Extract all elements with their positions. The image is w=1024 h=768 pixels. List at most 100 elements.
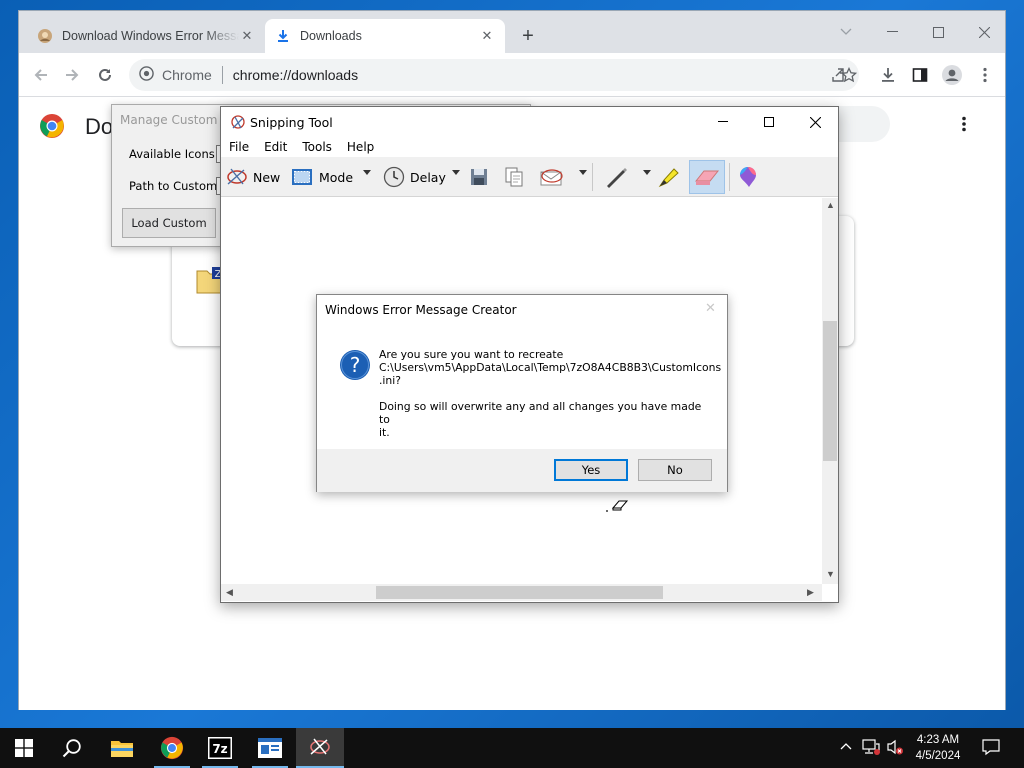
app-window-icon <box>258 738 282 758</box>
close-tab-icon[interactable]: ✕ <box>239 28 255 44</box>
mode-label: Mode <box>319 169 354 185</box>
available-icons-label: Available Icons: <box>129 147 219 161</box>
title-bar: Snipping Tool <box>221 107 838 137</box>
mode-dropdown-icon[interactable] <box>363 170 371 175</box>
new-snip-button[interactable]: New <box>225 163 280 191</box>
vertical-scrollbar[interactable]: ▲ ▼ <box>822 198 838 584</box>
snipping-tool-icon <box>230 114 246 133</box>
taskbar-7zip[interactable]: 7z <box>196 728 244 768</box>
pen-dropdown-icon[interactable] <box>643 170 651 175</box>
horizontal-scroll-thumb[interactable] <box>376 586 663 599</box>
volume-muted-icon[interactable] <box>886 738 904 759</box>
new-label: New <box>253 169 281 185</box>
more-options-icon[interactable] <box>962 116 966 135</box>
tab-strip: Download Windows Error Messa ✕ Downloads… <box>19 11 1005 53</box>
tab-search-icon[interactable] <box>823 17 869 47</box>
pen-button[interactable] <box>603 163 629 191</box>
back-icon[interactable] <box>29 63 53 87</box>
tab-error-creator[interactable]: Download Windows Error Messa ✕ <box>27 19 265 53</box>
mode-rectangle-icon <box>292 169 312 185</box>
highlighter-button[interactable] <box>657 163 681 191</box>
delay-button[interactable]: Delay <box>383 163 446 191</box>
copy-button[interactable] <box>505 163 523 191</box>
scissors-icon <box>227 168 247 185</box>
question-icon: ? <box>339 349 371 384</box>
pen-icon <box>607 168 627 188</box>
clock-icon <box>383 166 405 188</box>
search-button[interactable] <box>48 728 96 768</box>
side-panel-icon[interactable] <box>908 63 932 87</box>
dialog-title: Windows Error Message Creator <box>325 303 517 317</box>
svg-text:7z: 7z <box>212 742 227 756</box>
save-snip-button[interactable] <box>470 163 488 191</box>
close-window-button[interactable] <box>792 107 838 137</box>
notifications-icon[interactable] <box>982 738 1000 759</box>
clock-time: 4:23 AM <box>916 734 960 746</box>
new-tab-button[interactable]: + <box>517 25 539 47</box>
dialog-message: Are you sure you want to recreate C:\Use… <box>379 348 722 439</box>
mode-button[interactable]: Mode <box>291 163 353 191</box>
scroll-up-icon[interactable]: ▲ <box>826 200 835 210</box>
close-window-button[interactable] <box>961 17 1007 47</box>
omnibox-separator <box>221 66 223 84</box>
scroll-down-icon[interactable]: ▼ <box>826 569 835 579</box>
bookmark-star-icon[interactable] <box>837 63 861 87</box>
load-custom-button[interactable]: Load Custom <box>122 208 216 238</box>
close-icon[interactable]: ✕ <box>705 301 716 316</box>
copy-icon <box>505 167 523 187</box>
menu-help[interactable]: Help <box>347 137 374 157</box>
chrome-logo-icon <box>39 113 65 142</box>
forward-icon[interactable] <box>60 63 84 87</box>
profile-avatar-icon[interactable] <box>940 63 964 87</box>
menu-tools[interactable]: Tools <box>302 137 332 157</box>
taskbar-snipping-tool[interactable] <box>296 728 344 768</box>
minimize-button[interactable] <box>869 17 915 47</box>
taskbar-file-explorer[interactable] <box>98 728 146 768</box>
chrome-menu-icon[interactable] <box>973 63 997 87</box>
system-clock[interactable]: 4:23 AM 4/5/2024 <box>906 732 970 764</box>
show-hidden-icons-icon[interactable] <box>840 739 852 753</box>
search-icon <box>62 739 81 758</box>
menu-file[interactable]: File <box>229 137 249 157</box>
tab-downloads[interactable]: Downloads ✕ <box>265 19 505 53</box>
clock-date: 4/5/2024 <box>915 750 961 762</box>
site-favicon-icon <box>37 28 53 44</box>
omnibox-site-label: Chrome <box>162 67 212 83</box>
taskbar-chrome[interactable] <box>148 728 196 768</box>
downloads-icon[interactable] <box>876 63 900 87</box>
maximize-button[interactable] <box>915 17 961 47</box>
maximize-button[interactable] <box>746 107 792 137</box>
scroll-right-icon[interactable]: ▶ <box>807 587 814 598</box>
dialog-button-bar: Yes No <box>317 449 727 492</box>
chrome-logo-icon <box>139 66 154 84</box>
snipping-toolbar: New Mode Delay <box>221 157 838 197</box>
delay-dropdown-icon[interactable] <box>452 170 460 175</box>
folder-icon <box>111 741 133 757</box>
windows-logo-icon <box>15 739 33 757</box>
no-button[interactable]: No <box>638 459 712 481</box>
scroll-left-icon[interactable]: ◀ <box>226 587 233 598</box>
snipping-tool-icon <box>310 738 330 755</box>
envelope-icon <box>540 169 563 186</box>
send-snip-button[interactable] <box>539 163 565 191</box>
confirm-recreate-dialog: Windows Error Message Creator ✕ ? Are yo… <box>316 294 728 492</box>
network-icon[interactable] <box>862 738 880 759</box>
browser-toolbar: Chrome chrome://downloads <box>19 53 1005 97</box>
send-dropdown-icon[interactable] <box>579 170 587 175</box>
paint-3d-button[interactable] <box>738 163 758 191</box>
yes-button[interactable]: Yes <box>554 459 628 481</box>
address-bar[interactable]: Chrome chrome://downloads <box>129 59 859 91</box>
toolbar-separator <box>729 163 730 191</box>
close-tab-icon[interactable]: ✕ <box>479 28 495 44</box>
minimize-button[interactable] <box>700 107 746 137</box>
vertical-scroll-thumb[interactable] <box>823 321 837 461</box>
eraser-button[interactable] <box>689 160 725 194</box>
horizontal-scrollbar[interactable]: ◀ ▶ <box>221 584 822 601</box>
toolbar-separator <box>592 163 593 191</box>
start-button[interactable] <box>0 728 48 768</box>
menu-edit[interactable]: Edit <box>264 137 287 157</box>
taskbar-error-message-creator[interactable] <box>246 728 294 768</box>
chrome-logo-icon <box>160 736 184 760</box>
svg-text:?: ? <box>350 353 361 377</box>
reload-icon[interactable] <box>93 63 117 87</box>
